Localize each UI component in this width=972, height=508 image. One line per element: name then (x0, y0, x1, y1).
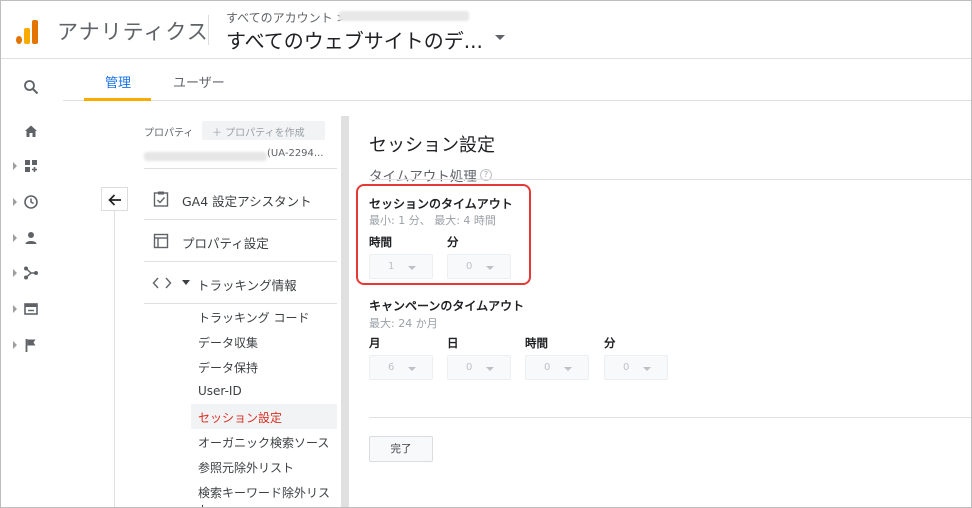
clipboard-check-icon (153, 191, 169, 207)
header-divider (208, 15, 209, 45)
select-value: 0 (544, 362, 551, 373)
rail-conversions[interactable] (1, 331, 63, 359)
campaign-minutes-select[interactable]: 0 (604, 355, 668, 380)
expand-arrow-icon (13, 162, 17, 170)
expand-arrow-icon (13, 269, 17, 277)
session-timeout-title: セッションのタイムアウト (369, 197, 513, 211)
sub-item-tracking-code[interactable]: トラッキング コード (191, 304, 337, 329)
active-tab-indicator (84, 98, 151, 101)
nav-tracking-info[interactable]: トラッキング情報 (144, 262, 337, 304)
campaign-days-label: 日 (447, 336, 459, 350)
caret-down-icon (182, 280, 190, 285)
session-hours-select[interactable]: 1 (369, 254, 433, 279)
create-property-button[interactable]: ＋ プロパティを作成 (202, 121, 325, 140)
sub-item-referral-exclusion[interactable]: 参照元除外リスト (191, 454, 337, 479)
session-timeout-limits: 最小: 1 分、 最大: 4 時間 (369, 214, 496, 227)
property-name-redacted[interactable] (144, 152, 267, 161)
view-selector[interactable]: すべてのウェブサイトのデ... (226, 25, 483, 54)
chevron-down-icon (408, 266, 416, 270)
window-icon[interactable] (23, 301, 39, 317)
code-brackets-icon (152, 277, 172, 289)
column-divider (114, 187, 115, 507)
property-settings-icon (153, 233, 169, 249)
person-icon[interactable] (23, 230, 39, 246)
select-value: 0 (623, 362, 630, 373)
top-header: アナリティクス すべてのアカウント > すべてのウェブサイトのデ... (1, 1, 971, 59)
expand-arrow-icon (13, 341, 17, 349)
property-label: プロパティ (144, 128, 194, 139)
campaign-months-select[interactable]: 6 (369, 355, 433, 380)
chevron-down-icon (486, 367, 494, 371)
rail-home[interactable] (1, 117, 63, 145)
rail-audience[interactable] (1, 224, 63, 252)
app-title: アナリティクス (57, 20, 209, 44)
flag-icon[interactable] (23, 337, 39, 353)
acquisition-icon[interactable] (23, 265, 39, 281)
sub-item-data-collection[interactable]: データ収集 (191, 329, 337, 354)
analytics-logo-icon[interactable] (16, 18, 40, 44)
nav-item-label: トラッキング情報 (197, 278, 297, 293)
done-button[interactable]: 完了 (369, 436, 433, 462)
session-minutes-label: 分 (447, 235, 459, 249)
back-button[interactable] (101, 187, 128, 211)
tab-user[interactable]: ユーザー (173, 72, 225, 91)
chevron-down-icon (486, 266, 494, 270)
section-divider (369, 179, 971, 180)
campaign-months-label: 月 (369, 336, 381, 350)
session-settings-panel: セッション設定 タイムアウト処理 ? セッションのタイムアウト 最小: 1 分、… (349, 101, 971, 507)
expand-arrow-icon (13, 198, 17, 206)
nav-item-label: GA4 設定アシスタント (182, 194, 312, 209)
select-value: 6 (388, 362, 395, 373)
tab-admin[interactable]: 管理 (105, 72, 131, 91)
select-value: 0 (466, 261, 473, 272)
clock-icon[interactable] (23, 194, 39, 210)
rail-realtime[interactable] (1, 188, 63, 216)
search-icon[interactable] (23, 79, 39, 95)
chevron-down-icon (408, 367, 416, 371)
chevron-down-icon (643, 367, 651, 371)
select-value: 0 (466, 362, 473, 373)
app-window: アナリティクス すべてのアカウント > すべてのウェブサイトのデ... 管理 ユ… (0, 0, 972, 508)
arrow-left-icon (108, 194, 121, 206)
expand-arrow-icon (13, 234, 17, 242)
account-name-redacted (339, 11, 469, 21)
page-title: セッション設定 (369, 135, 495, 156)
sub-item-session-settings[interactable]: セッション設定 (191, 404, 337, 429)
breadcrumb[interactable]: すべてのアカウント > (226, 9, 347, 26)
rail-customization[interactable] (1, 152, 63, 180)
rail-behavior[interactable] (1, 295, 63, 323)
nav-item-label: プロパティ設定 (182, 236, 269, 251)
left-rail (1, 59, 63, 507)
sub-item-organic-search-sources[interactable]: オーガニック検索ソース (191, 429, 337, 454)
nav-ga4-setup-assistant[interactable]: GA4 設定アシスタント (144, 178, 337, 220)
campaign-timeout-title: キャンペーンのタイムアウト (369, 299, 525, 313)
campaign-hours-label: 時間 (525, 336, 548, 350)
expand-arrow-icon (13, 305, 17, 313)
campaign-timeout-limits: 最大: 24 か月 (369, 317, 438, 330)
sub-item-data-retention[interactable]: データ保持 (191, 354, 337, 379)
campaign-days-select[interactable]: 0 (447, 355, 511, 380)
form-divider (369, 417, 971, 418)
property-id[interactable]: (UA-2294... (267, 148, 323, 159)
panel-scrollbar[interactable] (341, 116, 349, 507)
chevron-down-icon[interactable] (495, 35, 505, 40)
select-value: 1 (388, 261, 395, 272)
home-icon[interactable] (23, 123, 39, 139)
campaign-hours-select[interactable]: 0 (525, 355, 589, 380)
rail-acquisition[interactable] (1, 259, 63, 287)
property-divider (144, 168, 337, 169)
sub-item-user-id[interactable]: User-ID (191, 379, 337, 404)
campaign-minutes-label: 分 (604, 336, 616, 350)
nav-property-settings[interactable]: プロパティ設定 (144, 220, 337, 262)
chevron-down-icon (564, 367, 572, 371)
session-minutes-select[interactable]: 0 (447, 254, 511, 279)
tab-bar: 管理 ユーザー (63, 59, 971, 101)
rail-search[interactable] (1, 73, 63, 101)
session-hours-label: 時間 (369, 235, 392, 249)
dashboard-icon[interactable] (23, 158, 39, 174)
section-heading: タイムアウト処理 (369, 169, 477, 185)
sub-item-search-term-exclusion[interactable]: 検索キーワード除外リスト (191, 479, 337, 507)
